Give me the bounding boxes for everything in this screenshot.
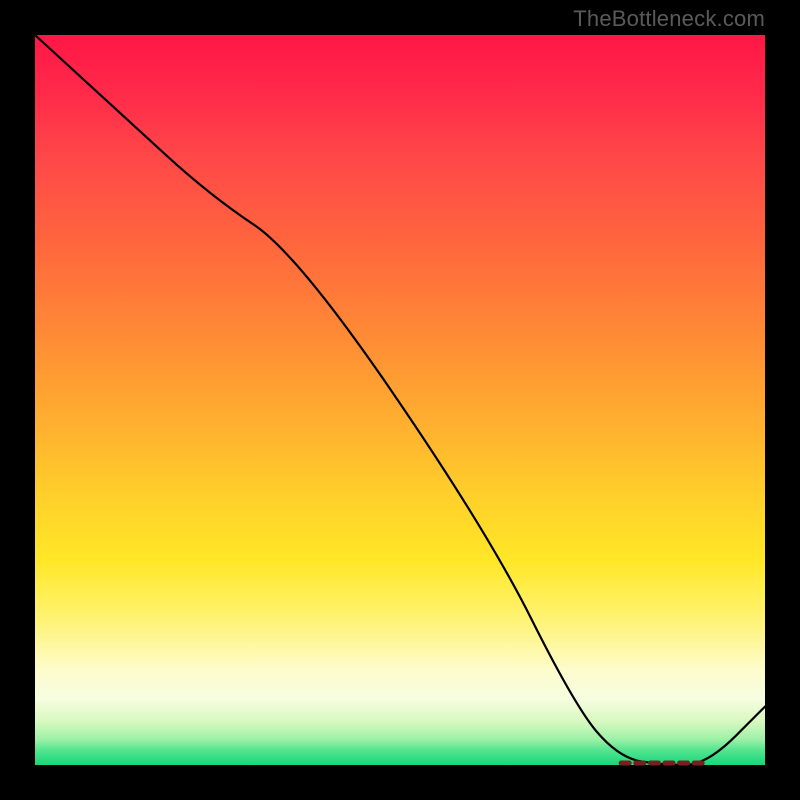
attribution-text: TheBottleneck.com xyxy=(573,6,765,32)
bottleneck-curve xyxy=(35,35,765,765)
chart-svg xyxy=(35,35,765,765)
chart-frame: TheBottleneck.com xyxy=(0,0,800,800)
plot-area xyxy=(35,35,765,765)
